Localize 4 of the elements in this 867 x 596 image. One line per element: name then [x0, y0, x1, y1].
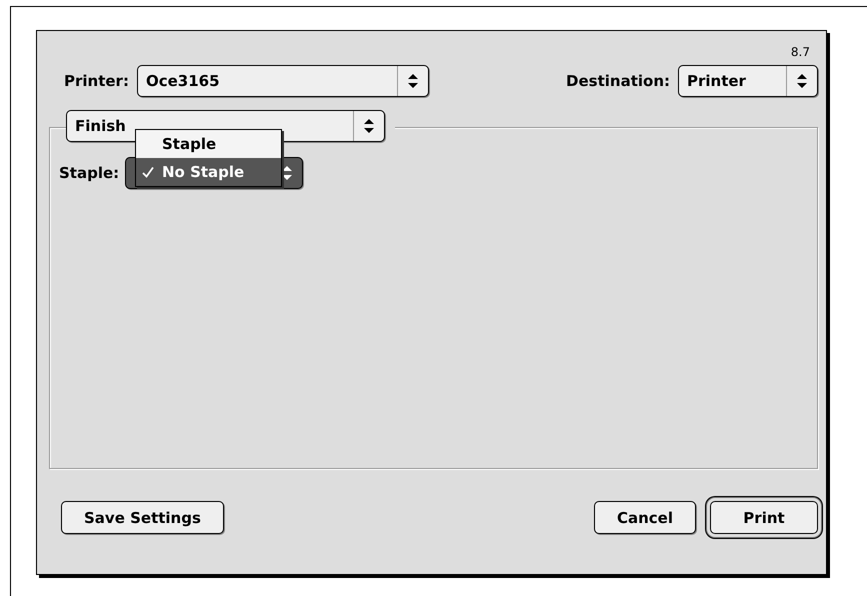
destination-label: Destination: [566, 72, 670, 90]
version-label: 8.7 [790, 45, 811, 61]
staple-label: Staple: [59, 164, 120, 182]
printer-label: Printer: [64, 72, 129, 90]
